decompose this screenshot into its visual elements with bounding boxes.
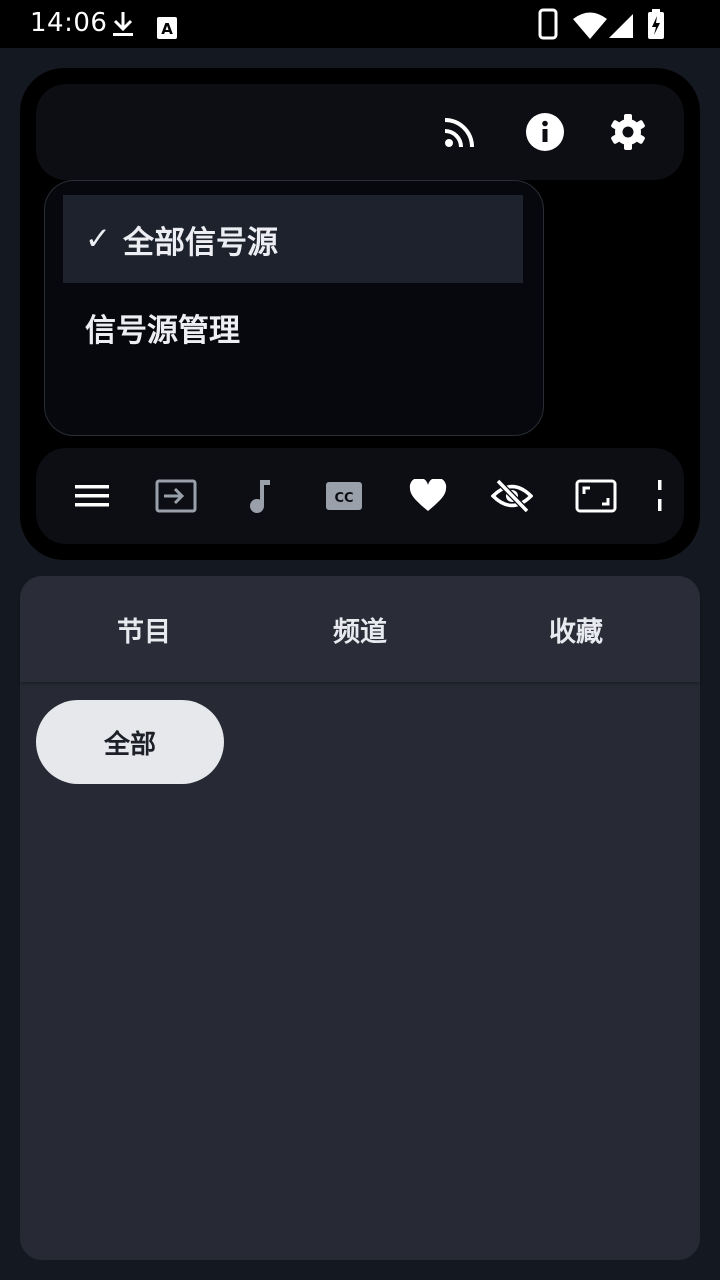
tab-bar: 节目 频道 收藏 [20, 576, 700, 682]
info-button[interactable] [521, 108, 569, 156]
tab-channels[interactable]: 频道 [247, 576, 473, 682]
aspect-ratio-button[interactable] [572, 472, 620, 520]
wifi-icon [573, 12, 607, 39]
subtitles-icon: CC [326, 482, 362, 510]
settings-icon [611, 114, 645, 150]
menu-button[interactable] [68, 472, 116, 520]
menu-item-source-management[interactable]: 信号源管理 [63, 283, 523, 371]
more-button[interactable] [656, 472, 680, 520]
phone-icon [538, 8, 558, 40]
tab-programs[interactable]: 节目 [31, 576, 257, 682]
cast-button[interactable] [436, 108, 484, 156]
battery-charging-icon [648, 9, 664, 39]
settings-button[interactable] [604, 108, 652, 156]
filter-chip-all[interactable]: 全部 [36, 700, 224, 784]
signal-icon [609, 14, 633, 38]
player-controls-bar: CC [36, 448, 684, 544]
favorite-icon [409, 479, 447, 511]
input-switch-button[interactable] [152, 472, 200, 520]
source-dropdown-menu: ✓ 全部信号源 信号源管理 [44, 180, 544, 436]
audio-track-button[interactable] [236, 472, 284, 520]
svg-text:A: A [161, 20, 173, 38]
aspect-ratio-icon [575, 479, 617, 513]
favorite-button[interactable] [404, 472, 452, 520]
keyboard-a-icon: A [157, 17, 177, 39]
download-icon [113, 12, 133, 36]
status-time: 14:06 [30, 8, 108, 38]
menu-item-label: 全部信号源 [122, 224, 278, 261]
svg-text:CC: CC [334, 491, 353, 506]
cast-icon [444, 118, 474, 148]
subtitles-button[interactable]: CC [320, 472, 368, 520]
hide-button[interactable] [488, 472, 536, 520]
audio-track-icon [250, 480, 270, 513]
content-panel: 节目 频道 收藏 全部 [20, 576, 700, 1260]
tab-favorites[interactable]: 收藏 [463, 576, 689, 682]
status-bar: 14:06 A [0, 0, 720, 48]
menu-icon [75, 485, 109, 507]
hide-icon [491, 479, 533, 513]
menu-item-all-sources[interactable]: ✓ 全部信号源 [63, 195, 523, 283]
player-top-bar [36, 84, 684, 180]
info-icon [526, 113, 564, 151]
more-icon [658, 480, 662, 511]
checkmark-icon: ✓ [85, 221, 111, 257]
player-container[interactable]: ✓ 全部信号源 信号源管理 CC [20, 68, 700, 560]
input-switch-icon [155, 479, 197, 513]
menu-item-label: 信号源管理 [85, 312, 240, 349]
